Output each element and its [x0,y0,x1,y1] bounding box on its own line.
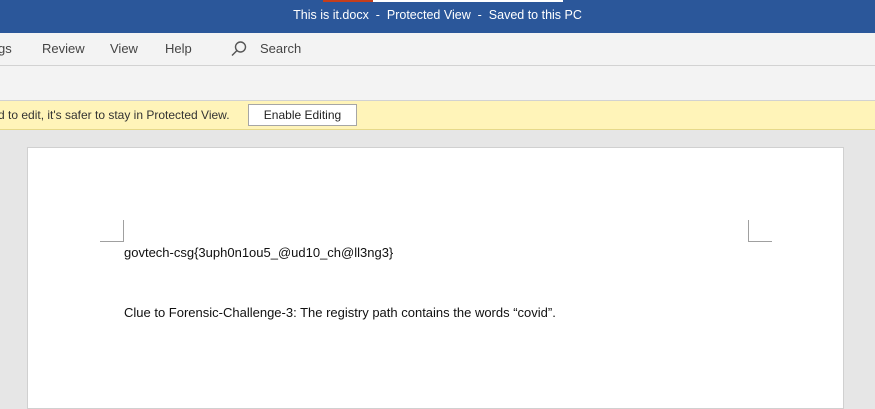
tab-help[interactable]: Help [165,41,192,56]
margin-corner-top-left [100,241,124,242]
window-title: This is it.docx - Protected View - Saved… [293,8,582,22]
title-accent-white [373,0,563,2]
enable-editing-button[interactable]: Enable Editing [248,104,357,126]
tab-view[interactable]: View [110,41,138,56]
ribbon-body [0,66,875,101]
protected-view-bar: d to edit, it's safer to stay in Protect… [0,101,875,130]
margin-corner-top-left [123,220,124,242]
tab-review[interactable]: Review [42,41,85,56]
title-accent-red [323,0,373,2]
document-page[interactable]: govtech-csg{3uph0n1ou5_@ud10_ch@ll3ng3} … [27,147,844,409]
margin-corner-top-right [748,220,749,242]
search-icon[interactable] [230,40,248,58]
document-paragraph-flag: govtech-csg{3uph0n1ou5_@ud10_ch@ll3ng3} [124,245,394,260]
tab-settings-partial[interactable]: gs [0,41,12,56]
margin-corner-top-right [748,241,772,242]
ribbon-tab-bar: gs Review View Help [0,33,875,66]
search-label[interactable]: Search [260,41,301,56]
protected-view-message: d to edit, it's safer to stay in Protect… [0,108,230,122]
document-paragraph-clue: Clue to Forensic-Challenge-3: The regist… [124,305,556,320]
title-bar: This is it.docx - Protected View - Saved… [0,0,875,33]
